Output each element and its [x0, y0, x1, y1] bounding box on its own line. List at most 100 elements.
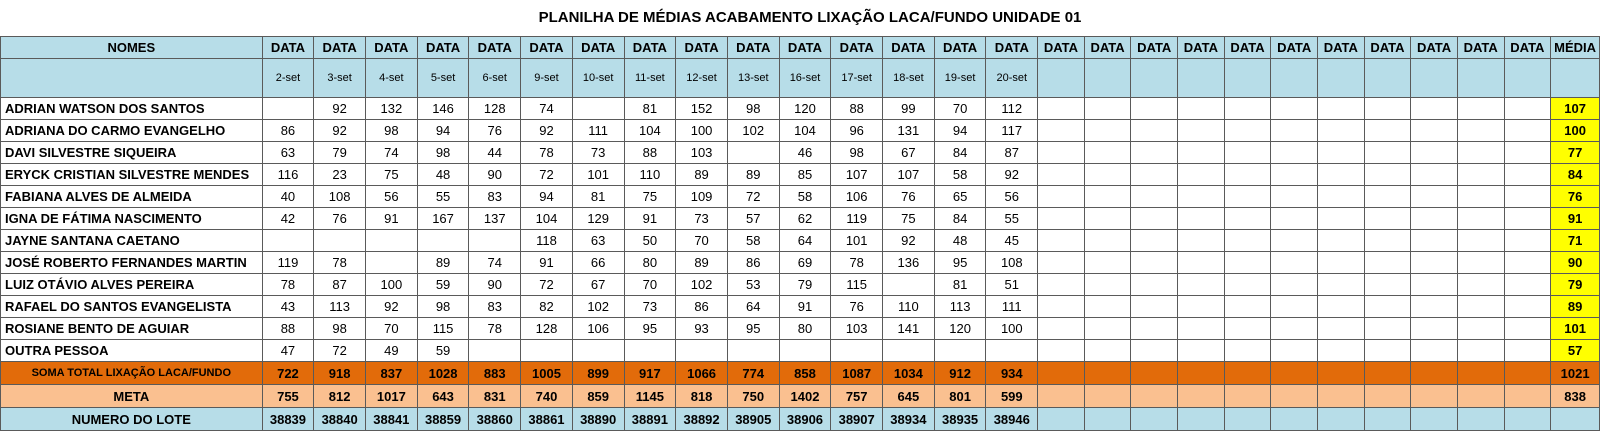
value-cell[interactable]: 95: [726, 317, 780, 340]
value-cell[interactable]: 89: [675, 251, 728, 274]
value-cell[interactable]: 43: [261, 295, 315, 318]
empty-cell[interactable]: [1410, 229, 1458, 252]
value-cell[interactable]: 48: [933, 229, 987, 252]
media-cell[interactable]: 100: [1550, 119, 1600, 142]
value-cell[interactable]: 75: [365, 163, 418, 186]
value-cell[interactable]: 85: [778, 163, 832, 186]
value-cell[interactable]: 69: [778, 251, 832, 274]
value-cell[interactable]: 112: [985, 97, 1039, 120]
empty-cell[interactable]: [1130, 295, 1179, 318]
value-cell[interactable]: 167: [416, 207, 470, 230]
empty-cell[interactable]: [1130, 384, 1179, 408]
value-cell[interactable]: 812: [313, 384, 366, 408]
empty-cell[interactable]: [1410, 317, 1458, 340]
value-cell[interactable]: 55: [416, 185, 470, 208]
empty-cell[interactable]: [1037, 339, 1085, 362]
empty-cell[interactable]: [1363, 185, 1412, 208]
empty-cell[interactable]: [1270, 295, 1318, 318]
value-cell[interactable]: 106: [571, 317, 625, 340]
empty-cell[interactable]: [1083, 339, 1132, 362]
empty-cell[interactable]: [1316, 141, 1365, 164]
value-cell[interactable]: 141: [882, 317, 935, 340]
value-cell[interactable]: 92: [313, 97, 366, 120]
empty-cell[interactable]: [1503, 251, 1552, 274]
value-cell[interactable]: 90: [468, 273, 522, 296]
value-cell[interactable]: [675, 339, 728, 362]
value-cell[interactable]: 63: [261, 141, 315, 164]
table-row-label[interactable]: ADRIAN WATSON DOS SANTOS: [0, 97, 263, 120]
value-cell[interactable]: 74: [468, 251, 522, 274]
value-cell[interactable]: [985, 339, 1039, 362]
header-date-empty[interactable]: [1410, 58, 1458, 98]
value-cell[interactable]: 152: [675, 97, 728, 120]
value-cell[interactable]: 58: [933, 163, 987, 186]
table-row-label[interactable]: RAFAEL DO SANTOS EVANGELISTA: [0, 295, 263, 318]
empty-cell[interactable]: [1410, 339, 1458, 362]
header-data[interactable]: DATA: [313, 36, 366, 59]
value-cell[interactable]: 59: [416, 273, 470, 296]
empty-cell[interactable]: [1177, 295, 1225, 318]
value-cell[interactable]: 38892: [675, 407, 728, 431]
empty-cell[interactable]: [1130, 407, 1179, 431]
empty-cell[interactable]: [1410, 361, 1458, 385]
header-date-empty[interactable]: [1037, 58, 1085, 98]
empty-cell[interactable]: [1130, 339, 1179, 362]
empty-cell[interactable]: [1410, 119, 1458, 142]
header-date[interactable]: 6-set: [468, 58, 522, 98]
value-cell[interactable]: 57: [726, 207, 780, 230]
table-row-label[interactable]: FABIANA ALVES DE ALMEIDA: [0, 185, 263, 208]
value-cell[interactable]: 64: [778, 229, 832, 252]
value-cell[interactable]: 38840: [313, 407, 366, 431]
header-data[interactable]: DATA: [1223, 36, 1272, 59]
value-cell[interactable]: 132: [365, 97, 418, 120]
empty-cell[interactable]: [1456, 361, 1505, 385]
value-cell[interactable]: 108: [985, 251, 1039, 274]
table-row-label[interactable]: JOSÉ ROBERTO FERNANDES MARTIN: [0, 251, 263, 274]
empty-cell[interactable]: [1410, 141, 1458, 164]
value-cell[interactable]: 645: [882, 384, 935, 408]
value-cell[interactable]: 899: [571, 361, 625, 385]
header-data[interactable]: DATA: [1410, 36, 1458, 59]
empty-cell[interactable]: [1223, 97, 1272, 120]
value-cell[interactable]: 76: [830, 295, 884, 318]
value-cell[interactable]: 89: [675, 163, 728, 186]
value-cell[interactable]: 102: [675, 273, 728, 296]
value-cell[interactable]: 740: [520, 384, 573, 408]
empty-cell[interactable]: [1223, 229, 1272, 252]
value-cell[interactable]: [261, 97, 315, 120]
media-cell[interactable]: 84: [1550, 163, 1600, 186]
empty-cell[interactable]: [1270, 163, 1318, 186]
empty-cell[interactable]: [1223, 317, 1272, 340]
value-cell[interactable]: [571, 339, 625, 362]
value-cell[interactable]: 129: [571, 207, 625, 230]
header-date[interactable]: 9-set: [520, 58, 573, 98]
table-row-label[interactable]: JAYNE SANTANA CAETANO: [0, 229, 263, 252]
empty-cell[interactable]: [1083, 97, 1132, 120]
empty-cell[interactable]: [1456, 119, 1505, 142]
value-cell[interactable]: 48: [416, 163, 470, 186]
value-cell[interactable]: 86: [726, 251, 780, 274]
header-date-empty[interactable]: [1363, 58, 1412, 98]
empty-cell[interactable]: [1223, 185, 1272, 208]
value-cell[interactable]: [416, 229, 470, 252]
empty-cell[interactable]: [1223, 207, 1272, 230]
value-cell[interactable]: [365, 251, 418, 274]
header-date[interactable]: 10-set: [571, 58, 625, 98]
value-cell[interactable]: 92: [985, 163, 1039, 186]
empty-cell[interactable]: [1083, 407, 1132, 431]
value-cell[interactable]: 146: [416, 97, 470, 120]
empty-cell[interactable]: [1363, 384, 1412, 408]
header-data[interactable]: DATA: [1130, 36, 1179, 59]
empty-cell[interactable]: [1270, 97, 1318, 120]
empty-cell[interactable]: [1083, 384, 1132, 408]
value-cell[interactable]: 81: [623, 97, 677, 120]
empty-cell[interactable]: [1316, 384, 1365, 408]
value-cell[interactable]: 111: [571, 119, 625, 142]
empty-cell[interactable]: [1363, 141, 1412, 164]
value-cell[interactable]: 89: [416, 251, 470, 274]
value-cell[interactable]: 119: [261, 251, 315, 274]
value-cell[interactable]: [830, 339, 884, 362]
value-cell[interactable]: 774: [726, 361, 780, 385]
value-cell[interactable]: 120: [933, 317, 987, 340]
media-cell[interactable]: 57: [1550, 339, 1600, 362]
